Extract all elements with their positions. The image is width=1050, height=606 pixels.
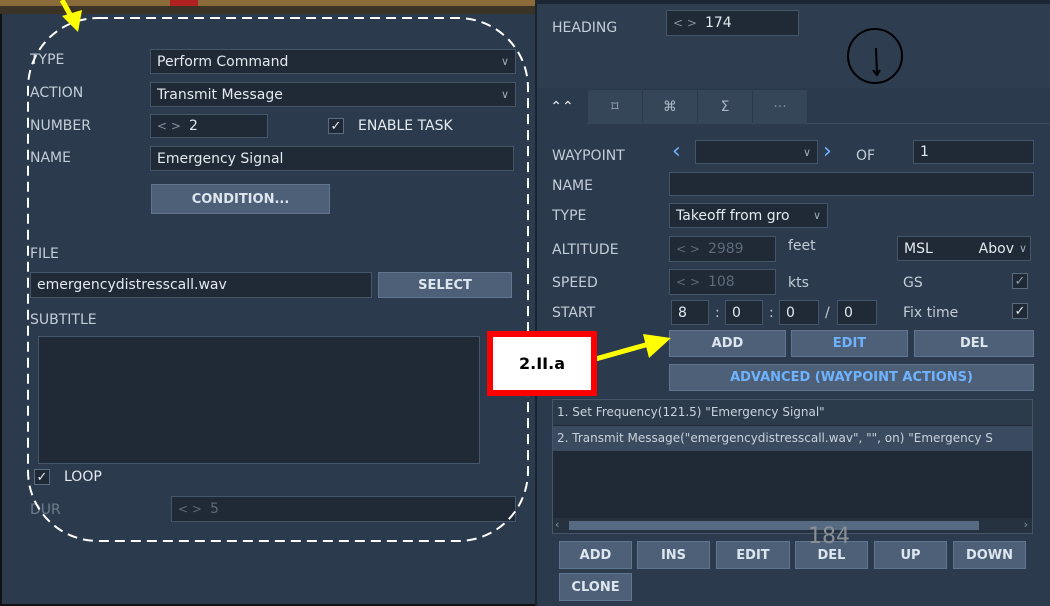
altitude-unit: feet — [788, 238, 816, 254]
heading-label: HEADING — [552, 20, 618, 36]
start-sep-2: : — [769, 305, 774, 321]
sigma-icon: Σ — [720, 99, 730, 115]
heading-value: 174 — [704, 15, 732, 31]
start-label: START — [552, 305, 596, 321]
waypoint-name-input[interactable] — [669, 172, 1034, 196]
tab-more[interactable]: ··· — [753, 90, 807, 124]
clone-action-button[interactable]: CLONE — [559, 573, 632, 601]
altitude-label: ALTITUDE — [552, 242, 619, 258]
prev-waypoint-button[interactable]: ‹ — [672, 139, 690, 164]
start-minutes-value: 0 — [732, 304, 741, 321]
altitude-value: 2989 — [707, 241, 744, 257]
start-minutes[interactable]: 0 — [725, 300, 763, 325]
altitude-stepper[interactable]: < > 2989 — [669, 236, 776, 262]
horizontal-scrollbar[interactable]: ‹ › — [553, 518, 1032, 533]
waypoint-name-label: NAME — [552, 178, 593, 194]
edit-action-button[interactable]: EDIT — [716, 541, 790, 569]
scroll-right-icon[interactable]: › — [1024, 518, 1028, 531]
heading-stepper[interactable]: < > 174 — [666, 10, 799, 36]
more-icon: ··· — [773, 99, 787, 115]
move-up-button[interactable]: UP — [874, 541, 947, 569]
gs-label: GS — [903, 275, 923, 291]
waypoint-type-value: Takeoff from gro — [676, 207, 790, 224]
tab-triggers[interactable]: ⌑ — [588, 90, 642, 124]
waypoint-type-label: TYPE — [552, 208, 587, 224]
chevron-down-icon: ∨ — [1018, 242, 1027, 255]
of-label: OF — [856, 148, 876, 164]
chevron-down-icon: ∨ — [802, 145, 811, 159]
highlight-outline — [27, 17, 529, 542]
start-hours[interactable]: 8 — [671, 300, 709, 325]
waypoint-select[interactable]: ∨ — [695, 140, 818, 164]
callout-arrow-icon — [585, 334, 671, 365]
fix-time-label: Fix time — [903, 305, 959, 321]
move-down-button[interactable]: DOWN — [953, 541, 1026, 569]
stepper-arrows-icon: < > — [676, 242, 700, 256]
waypoint-count: 1 — [913, 140, 1034, 164]
waypoint-actions-list[interactable]: 1. Set Frequency(121.5) "Emergency Signa… — [552, 399, 1033, 534]
altitude-ref-value-2: Abov — [978, 240, 1014, 257]
list-item[interactable]: 2. Transmit Message("emergencydistressca… — [553, 426, 1032, 451]
waypoint-label: WAYPOINT — [552, 148, 625, 164]
speed-value: 108 — [707, 274, 735, 290]
waypoint-type-select[interactable]: Takeoff from gro ∨ — [669, 203, 828, 228]
stepper-arrows-icon: < > — [673, 16, 697, 30]
stepper-arrows-icon: < > — [676, 275, 700, 289]
callout-label: 2.II.a — [487, 331, 597, 396]
yellow-pointer-arrow-icon — [59, 0, 82, 32]
add-action-button[interactable]: ADD — [559, 541, 632, 569]
waypoint-count-value: 1 — [920, 144, 929, 160]
speed-label: SPEED — [552, 275, 598, 291]
triggers-icon: ⌑ — [611, 99, 619, 115]
heading-compass-icon — [847, 28, 903, 84]
start-seconds-value: 0 — [786, 304, 795, 321]
edit-waypoint-button[interactable]: EDIT — [791, 330, 908, 357]
speed-unit: kts — [788, 275, 809, 291]
waypoints-icon: ⌃⌃ — [550, 99, 574, 115]
insert-action-button[interactable]: INS — [637, 541, 710, 569]
start-sep-3: / — [825, 305, 830, 321]
gs-checkbox[interactable]: ✓ — [1012, 273, 1028, 289]
next-waypoint-button[interactable]: › — [823, 139, 841, 164]
chevron-down-icon: ∨ — [812, 209, 821, 222]
add-waypoint-button[interactable]: ADD — [669, 330, 786, 357]
commands-icon: ⌘ — [663, 99, 677, 115]
start-day-value: 0 — [844, 304, 853, 321]
page-number: 184 — [808, 524, 850, 549]
speed-stepper[interactable]: < > 108 — [669, 269, 776, 295]
start-day[interactable]: 0 — [837, 300, 877, 325]
tab-summary[interactable]: Σ — [698, 90, 752, 124]
start-hours-value: 8 — [678, 304, 687, 321]
fix-time-checkbox[interactable]: ✓ — [1012, 303, 1028, 319]
start-seconds[interactable]: 0 — [779, 300, 819, 325]
del-waypoint-button[interactable]: DEL — [914, 330, 1034, 357]
tab-waypoints[interactable]: ⌃⌃ — [537, 90, 587, 124]
scroll-left-icon[interactable]: ‹ — [555, 518, 559, 531]
callout-label-text: 2.II.a — [493, 337, 591, 390]
tab-commands[interactable]: ⌘ — [643, 90, 697, 124]
scrollbar-thumb[interactable] — [569, 521, 979, 530]
altitude-ref-value: MSL — [904, 240, 933, 257]
advanced-waypoint-actions-button[interactable]: ADVANCED (WAYPOINT ACTIONS) — [669, 364, 1034, 391]
altitude-ref-select[interactable]: MSL Abov ∨ — [897, 236, 1031, 261]
list-item[interactable]: 1. Set Frequency(121.5) "Emergency Signa… — [553, 400, 1032, 426]
start-sep-1: : — [715, 305, 720, 321]
